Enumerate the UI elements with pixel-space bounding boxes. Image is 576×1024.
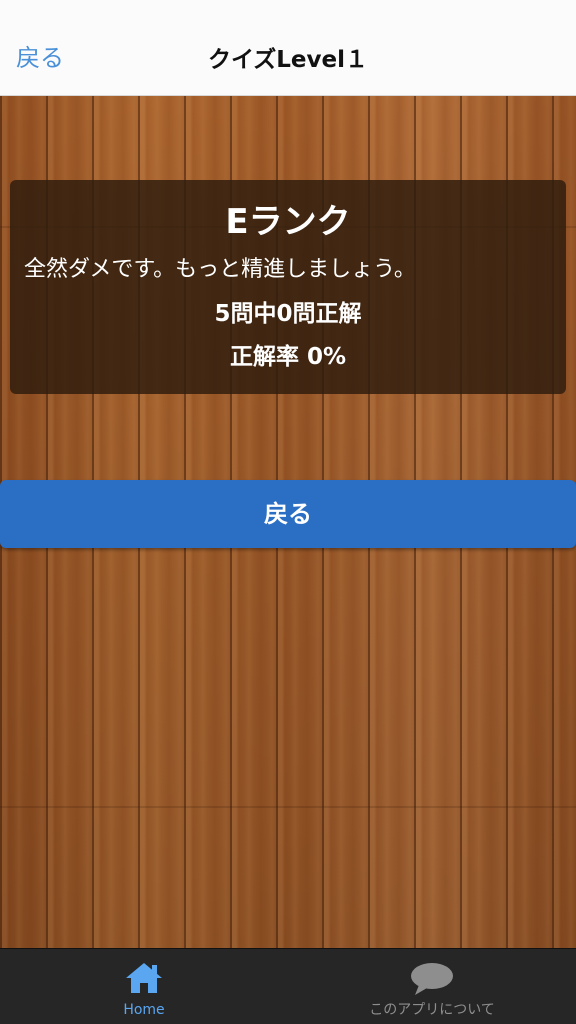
tab-about-app[interactable]: このアプリについて: [288, 949, 576, 1024]
accuracy-rate-text: 正解率 0%: [229, 344, 347, 370]
page-title: クイズLevel１: [207, 47, 369, 73]
rank-title: Eランク: [225, 202, 351, 242]
navigation-bar: 戻る クイズLevel１: [0, 0, 576, 96]
back-button[interactable]: 戻る: [0, 480, 576, 548]
score-text: 5問中0問正解: [214, 301, 362, 327]
rank-message: 全然ダメです。もっと精進しましょう。: [24, 257, 416, 282]
tab-bar: Home このアプリについて: [0, 948, 576, 1024]
tab-about-label: このアプリについて: [369, 1002, 495, 1018]
tab-home-label: Home: [123, 1002, 165, 1018]
tab-home[interactable]: Home: [0, 949, 288, 1024]
result-panel: Eランク 全然ダメです。もっと精進しましょう。 5問中0問正解 正解率 0%: [10, 180, 566, 394]
app-screen: 戻る クイズLevel１ Eランク 全然ダメです。もっと精進しましょう。 5問中…: [0, 0, 576, 1024]
home-icon: [124, 961, 164, 999]
chat-bubble-icon: [409, 961, 455, 1001]
